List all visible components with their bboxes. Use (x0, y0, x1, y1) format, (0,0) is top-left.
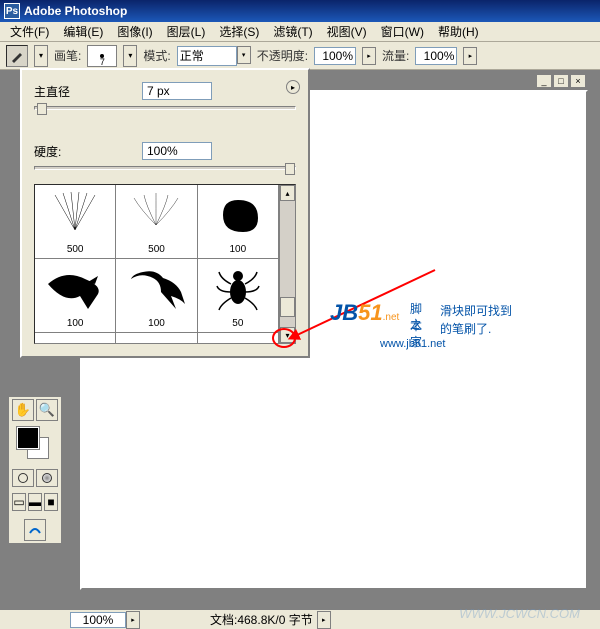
opacity-arrow[interactable]: ▸ (362, 47, 376, 65)
annotation-text: 滑块即可找到的笔刷了. (440, 302, 560, 338)
fg-color-swatch[interactable] (17, 427, 39, 449)
brush-thumb[interactable]: 100 (198, 185, 279, 259)
brush-thumb[interactable] (35, 333, 116, 343)
menu-view[interactable]: 视图(V) (321, 21, 373, 42)
diameter-slider[interactable] (34, 106, 296, 110)
jump-to-icon[interactable] (24, 519, 46, 541)
mode-combo[interactable]: ▾ (177, 46, 251, 66)
tool-preset-dropdown[interactable]: ▾ (34, 45, 48, 67)
options-bar: ▾ 画笔: 7 ▾ 模式: ▾ 不透明度: ▸ 流量: ▸ (0, 42, 600, 70)
hardness-slider[interactable] (34, 166, 296, 170)
zoom-arrow[interactable]: ▸ (126, 611, 140, 629)
opacity-input[interactable] (314, 47, 356, 65)
flow-label: 流量: (382, 47, 409, 64)
scroll-thumb[interactable] (280, 297, 295, 317)
menu-select[interactable]: 选择(S) (213, 21, 265, 42)
menu-file[interactable]: 文件(F) (4, 21, 55, 42)
docinfo-arrow[interactable]: ▸ (317, 611, 331, 629)
brush-thumb[interactable] (116, 333, 197, 343)
screen-standard-icon[interactable]: ▭ (12, 493, 26, 511)
zoom-tool-icon[interactable]: 🔍 (36, 399, 58, 421)
menu-layer[interactable]: 图层(L) (161, 21, 212, 42)
brush-thumb[interactable]: 500 (35, 185, 116, 259)
standard-mode-icon[interactable] (12, 469, 34, 487)
menu-edit[interactable]: 编辑(E) (57, 21, 109, 42)
watermark: WWW.JCWCN.COM (459, 606, 580, 621)
menu-image[interactable]: 图像(I) (111, 21, 158, 42)
menu-window[interactable]: 窗口(W) (375, 21, 430, 42)
menubar: 文件(F) 编辑(E) 图像(I) 图层(L) 选择(S) 滤镜(T) 视图(V… (0, 22, 600, 42)
opacity-label: 不透明度: (257, 47, 308, 64)
maximize-button[interactable]: □ (553, 74, 569, 88)
scroll-up-icon[interactable]: ▴ (280, 185, 295, 201)
doc-info: 文档:468.8K/0 字节 (210, 611, 313, 628)
brush-grid: 500 500 100 100 100 50 (34, 184, 296, 344)
brush-preview[interactable]: 7 (87, 45, 117, 67)
hand-tool-icon[interactable]: ✋ (12, 399, 34, 421)
close-button[interactable]: × (570, 74, 586, 88)
brush-thumb[interactable] (198, 333, 279, 343)
menu-filter[interactable]: 滤镜(T) (267, 21, 318, 42)
app-icon: Ps (4, 3, 20, 19)
brush-picker-panel: ▸ 主直径 硬度: 500 500 100 (20, 68, 310, 358)
brush-thumb[interactable]: 100 (35, 259, 116, 333)
hardness-label: 硬度: (34, 143, 134, 160)
scroll-down-icon[interactable]: ▾ (280, 327, 295, 343)
minimize-button[interactable]: _ (536, 74, 552, 88)
brush-tool-icon[interactable] (6, 45, 28, 67)
diameter-input[interactable] (142, 82, 212, 100)
flow-arrow[interactable]: ▸ (463, 47, 477, 65)
titlebar: Ps Adobe Photoshop (0, 0, 600, 22)
annotation-url: www.jb51.net (380, 338, 445, 350)
app-title: Adobe Photoshop (24, 4, 127, 18)
diameter-label: 主直径 (34, 83, 134, 100)
toolbox: ✋ 🔍 ▭ ▬ ■ (8, 396, 62, 544)
brush-grid-scrollbar[interactable]: ▴ ▾ (279, 185, 295, 343)
screen-full-menubar-icon[interactable]: ▬ (28, 493, 42, 511)
quickmask-mode-icon[interactable] (36, 469, 58, 487)
menu-help[interactable]: 帮助(H) (432, 21, 485, 42)
mode-value (177, 46, 237, 66)
flow-input[interactable] (415, 47, 457, 65)
brush-thumb[interactable]: 500 (116, 185, 197, 259)
hardness-input[interactable] (142, 142, 212, 160)
mode-label: 模式: (143, 47, 170, 64)
annotation-logo: JB51.net 脚本 之家 滑块即可找到的笔刷了. www.jb51.net (330, 300, 399, 326)
color-swatches[interactable] (11, 427, 59, 463)
zoom-input[interactable] (70, 612, 126, 628)
screen-full-icon[interactable]: ■ (44, 493, 58, 511)
brush-thumb[interactable]: 50 (198, 259, 279, 333)
brush-label: 画笔: (54, 47, 81, 64)
panel-flyout-icon[interactable]: ▸ (286, 80, 300, 94)
brush-picker-dropdown[interactable]: ▾ (123, 45, 137, 67)
brush-thumb[interactable]: 100 (116, 259, 197, 333)
